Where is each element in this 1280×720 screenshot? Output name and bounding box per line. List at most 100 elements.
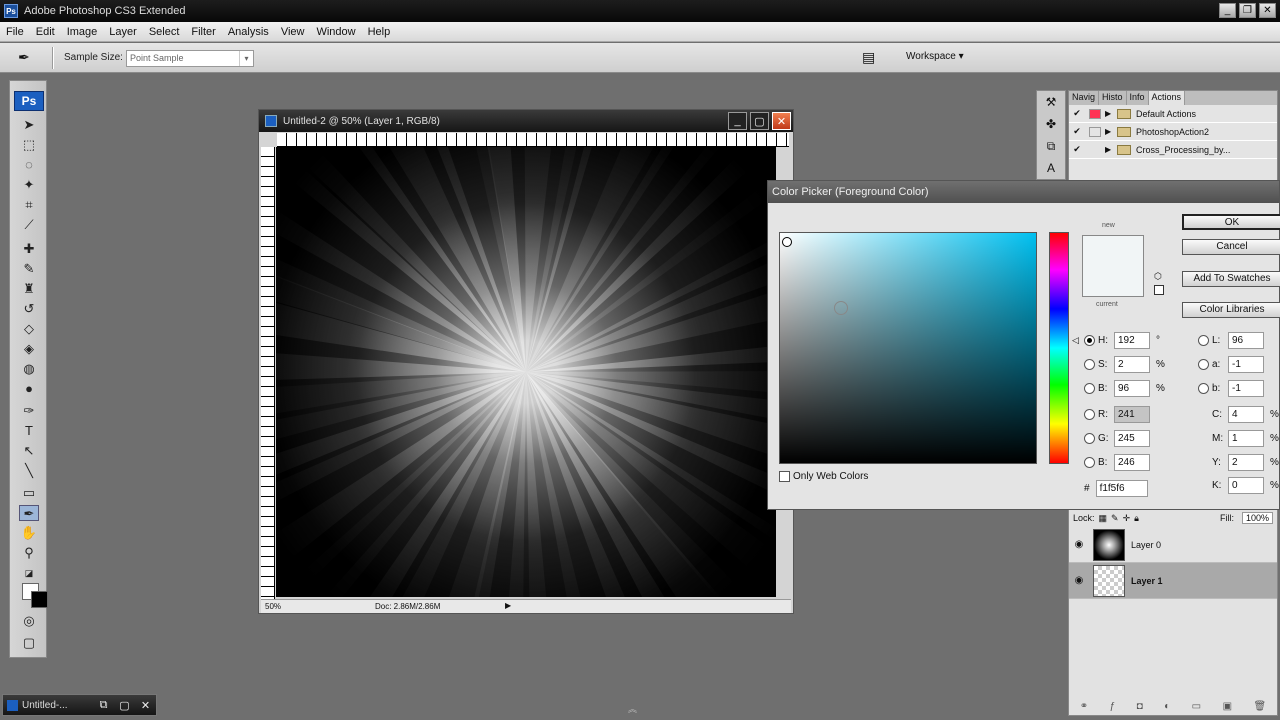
- lock-image-icon[interactable]: ✎: [1111, 513, 1119, 524]
- canvas[interactable]: [276, 147, 776, 597]
- a-input[interactable]: -1: [1228, 356, 1264, 373]
- blue-radio[interactable]: [1084, 457, 1095, 468]
- close-icon[interactable]: ✕: [137, 697, 154, 713]
- blur-tool-icon[interactable]: ◍: [19, 361, 39, 377]
- saturation-input[interactable]: 2: [1114, 356, 1150, 373]
- lock-all-icon[interactable]: 🔒︎: [1134, 513, 1139, 524]
- type-tool-icon[interactable]: T: [19, 423, 39, 439]
- maximize-icon[interactable]: ▢: [116, 697, 133, 713]
- menu-help[interactable]: Help: [362, 26, 397, 38]
- line-tool-icon[interactable]: ╲: [19, 463, 39, 479]
- quick-mask-icon[interactable]: ◎: [19, 613, 39, 629]
- tab-navigator[interactable]: Navig: [1069, 91, 1100, 105]
- ok-button[interactable]: OK: [1182, 214, 1280, 230]
- tab-actions[interactable]: Actions: [1148, 91, 1186, 105]
- only-web-colors[interactable]: Only Web Colors: [779, 471, 868, 482]
- path-selection-tool-icon[interactable]: ↖: [19, 443, 39, 459]
- green-input[interactable]: 245: [1114, 430, 1150, 447]
- check-icon[interactable]: ✔: [1069, 126, 1085, 137]
- play-icon[interactable]: ▶: [505, 601, 511, 610]
- document-minimize-button[interactable]: _: [728, 112, 747, 130]
- panel-grip-icon[interactable]: ︽: [628, 702, 637, 715]
- yellow-input[interactable]: 2: [1228, 454, 1264, 471]
- brightness-radio[interactable]: [1084, 383, 1095, 394]
- layer-row[interactable]: ◉ Layer 1: [1069, 563, 1277, 599]
- lock-transparency-icon[interactable]: ▦: [1099, 513, 1108, 524]
- new-layer-icon[interactable]: ▣: [1223, 701, 1232, 712]
- layer-style-icon[interactable]: ƒ: [1110, 701, 1116, 712]
- workspace-icon[interactable]: ▤: [862, 49, 886, 67]
- lightness-radio[interactable]: [1198, 335, 1209, 346]
- green-radio[interactable]: [1084, 433, 1095, 444]
- adjustment-layer-icon[interactable]: ◐: [1164, 701, 1170, 712]
- eyedropper-tool-icon[interactable]: ✒: [19, 505, 39, 521]
- menu-layer[interactable]: Layer: [103, 26, 143, 38]
- menu-file[interactable]: File: [0, 26, 30, 38]
- maximize-button[interactable]: ❐: [1239, 3, 1256, 18]
- clone-source-icon[interactable]: ⧉: [1037, 135, 1065, 157]
- expand-icon[interactable]: ▶: [1105, 145, 1117, 154]
- default-colors-icon[interactable]: ◪: [19, 565, 39, 581]
- close-button[interactable]: ✕: [1259, 3, 1276, 18]
- screen-mode-icon[interactable]: ▢: [19, 635, 39, 651]
- horizontal-ruler[interactable]: [277, 133, 789, 147]
- eye-icon[interactable]: ◉: [1069, 575, 1089, 586]
- hex-input[interactable]: f1f5f6: [1095, 480, 1148, 497]
- cyan-input[interactable]: 4: [1228, 406, 1264, 423]
- minimized-document[interactable]: Untitled-... ⧉ ▢ ✕: [2, 694, 157, 716]
- dodge-tool-icon[interactable]: ●: [19, 381, 39, 397]
- history-brush-tool-icon[interactable]: ↺: [19, 301, 39, 317]
- foreground-color-swatch[interactable]: [31, 591, 48, 608]
- pen-tool-icon[interactable]: ✑: [19, 403, 39, 419]
- web-safe-cube-icon[interactable]: ⬡: [1154, 271, 1162, 282]
- menu-filter[interactable]: Filter: [185, 26, 221, 38]
- saturation-radio[interactable]: [1084, 359, 1095, 370]
- dialog-toggle-icon[interactable]: [1089, 108, 1101, 119]
- zoom-level[interactable]: 50%: [265, 602, 281, 611]
- hue-slider[interactable]: [1049, 232, 1069, 464]
- dialog-toggle-icon[interactable]: [1089, 126, 1101, 137]
- document-maximize-button[interactable]: ▢: [750, 112, 769, 130]
- red-input[interactable]: 241: [1114, 406, 1150, 423]
- eraser-tool-icon[interactable]: ◇: [19, 321, 39, 337]
- restore-icon[interactable]: ⧉: [95, 697, 112, 713]
- brush-tool-icon[interactable]: ✎: [19, 261, 39, 277]
- menu-edit[interactable]: Edit: [30, 26, 61, 38]
- expand-icon[interactable]: ▶: [1105, 127, 1117, 136]
- color-field[interactable]: [779, 232, 1037, 464]
- action-set-row[interactable]: ✔ ▶ Cross_Processing_by...: [1069, 141, 1277, 159]
- eyedropper-icon[interactable]: ✒: [18, 49, 30, 66]
- lasso-tool-icon[interactable]: ◌: [19, 157, 39, 173]
- cancel-button[interactable]: Cancel: [1182, 239, 1280, 255]
- link-layers-icon[interactable]: ⚭: [1080, 701, 1088, 712]
- lightness-input[interactable]: 96: [1228, 332, 1264, 349]
- layer-mask-icon[interactable]: ◘: [1137, 701, 1143, 712]
- move-tool-icon[interactable]: ➤: [19, 117, 39, 133]
- expand-icon[interactable]: ▶: [1105, 109, 1117, 118]
- slice-tool-icon[interactable]: ⟋: [19, 217, 39, 233]
- a-radio[interactable]: [1198, 359, 1209, 370]
- brushes-icon[interactable]: ✤: [1037, 113, 1065, 135]
- clone-stamp-tool-icon[interactable]: ♜: [19, 281, 39, 297]
- character-icon[interactable]: A: [1037, 157, 1065, 179]
- color-picker-title[interactable]: Color Picker (Foreground Color): [768, 181, 1279, 203]
- zoom-tool-icon[interactable]: ⚲: [19, 545, 39, 561]
- dialog-toggle-icon[interactable]: [1089, 145, 1101, 155]
- magic-wand-tool-icon[interactable]: ✦: [19, 177, 39, 193]
- add-to-swatches-button[interactable]: Add To Swatches: [1182, 271, 1280, 287]
- workspace-menu[interactable]: Workspace ▾: [906, 51, 964, 62]
- menu-analysis[interactable]: Analysis: [222, 26, 275, 38]
- b-input[interactable]: -1: [1228, 380, 1264, 397]
- action-set-row[interactable]: ✔ ▶ Default Actions: [1069, 105, 1277, 123]
- red-radio[interactable]: [1084, 409, 1095, 420]
- color-marker[interactable]: [782, 237, 792, 247]
- blue-input[interactable]: 246: [1114, 454, 1150, 471]
- eye-icon[interactable]: ◉: [1069, 539, 1089, 550]
- crop-tool-icon[interactable]: ⌗: [19, 197, 39, 213]
- menu-view[interactable]: View: [275, 26, 311, 38]
- action-set-row[interactable]: ✔ ▶ PhotoshopAction2: [1069, 123, 1277, 141]
- trash-icon[interactable]: 🗑︎: [1254, 701, 1267, 712]
- check-icon[interactable]: ✔: [1069, 108, 1085, 119]
- tool-presets-icon[interactable]: ⚒: [1037, 91, 1065, 113]
- b-radio[interactable]: [1198, 383, 1209, 394]
